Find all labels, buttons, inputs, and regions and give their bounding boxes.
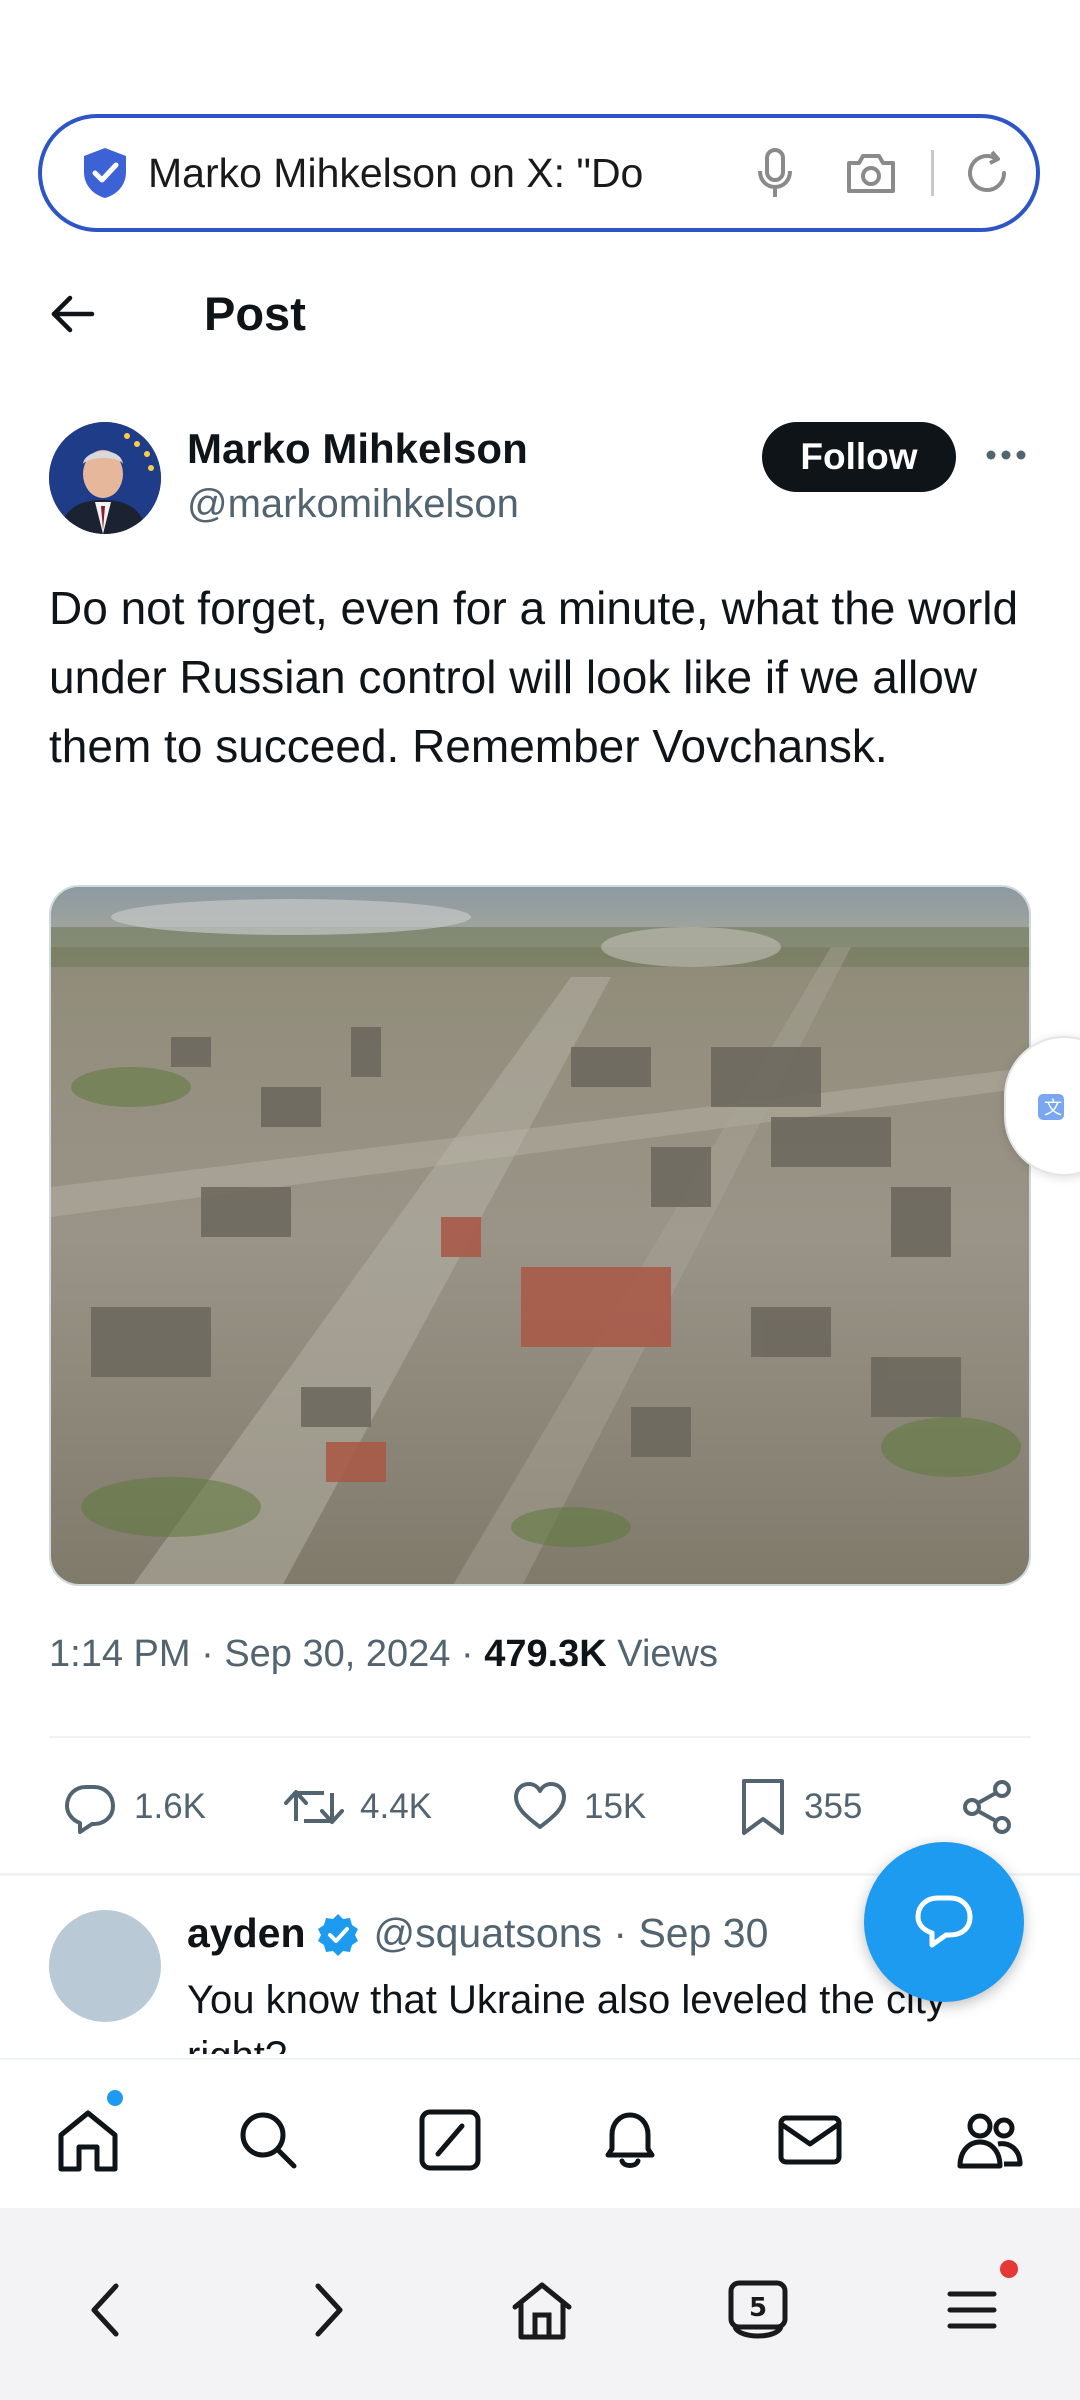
reply-author-name[interactable]: ayden [187, 1910, 306, 1957]
meta-separator: · [201, 1633, 214, 1675]
search-icon [240, 2112, 297, 2169]
mail-icon [778, 2115, 842, 2165]
reply-header: ayden @squatsons · Sep 30 [187, 1910, 768, 1957]
tab-grok[interactable] [414, 2104, 486, 2176]
tab-home[interactable] [52, 2104, 124, 2176]
bookmark-icon [742, 1779, 784, 1835]
post-time: 1:14 PM [49, 1633, 191, 1675]
tabs-icon: 5 [728, 2280, 788, 2339]
repost-button[interactable]: 4.4K [284, 1764, 432, 1850]
divider [49, 1736, 1031, 1738]
browser-tabs-button[interactable]: 5 [722, 2274, 794, 2346]
chevron-right-icon [315, 2283, 343, 2337]
home-notification-dot [107, 2090, 123, 2106]
reply-avatar[interactable] [49, 1910, 161, 2022]
share-icon [963, 1780, 1011, 1834]
chevron-left-icon [91, 2283, 119, 2337]
bookmark-button[interactable]: 355 [738, 1764, 862, 1850]
browser-home-button[interactable] [506, 2274, 578, 2346]
communities-icon [957, 2113, 1023, 2169]
tabs-count: 5 [749, 2293, 767, 2323]
tab-notifications[interactable] [594, 2104, 666, 2176]
chat-bubble-icon [915, 1895, 973, 1948]
svg-text:文: 文 [1044, 1098, 1062, 1119]
browser-forward-button[interactable] [292, 2274, 364, 2346]
like-count: 15K [584, 1787, 647, 1826]
tab-messages[interactable] [774, 2104, 846, 2176]
post-text: Do not forget, even for a minute, what t… [49, 582, 1019, 772]
page-title: Post [204, 287, 306, 340]
author-avatar[interactable] [49, 422, 161, 534]
address-text[interactable]: Marko Mihkelson on X: "Do [148, 150, 725, 197]
like-button[interactable]: 15K [512, 1764, 646, 1850]
author-handle[interactable]: @markomihkelson [187, 482, 519, 527]
menu-icon [947, 2291, 997, 2329]
reply-button[interactable]: 1.6K [62, 1764, 206, 1850]
reply-icon [65, 1785, 115, 1834]
menu-notification-dot [1000, 2260, 1018, 2278]
reply-fab-button[interactable] [864, 1842, 1024, 2002]
reply-handle-date: @squatsons · Sep 30 [373, 1910, 769, 1956]
repost-count: 4.4K [360, 1787, 432, 1826]
tab-communities[interactable] [954, 2104, 1026, 2176]
home-icon [58, 2110, 118, 2172]
post-image[interactable] [49, 885, 1031, 1586]
reply-count: 1.6K [134, 1787, 206, 1826]
camera-icon[interactable] [845, 151, 897, 195]
browser-nav-bar: 5 [0, 2208, 1080, 2400]
microphone-icon[interactable] [755, 147, 795, 199]
browser-back-button[interactable] [70, 2274, 142, 2346]
views-label: Views [617, 1633, 718, 1675]
shield-check-icon [84, 148, 126, 198]
bottom-tab-bar [0, 2058, 1080, 2208]
grok-icon [419, 2109, 481, 2171]
heart-icon [514, 1782, 566, 1829]
browser-menu-button[interactable] [936, 2274, 1008, 2346]
tab-search[interactable] [232, 2104, 304, 2176]
post-date[interactable]: Sep 30, 2024 [224, 1633, 450, 1675]
author-name[interactable]: Marko Mihkelson [187, 425, 528, 473]
views-count: 479.3K [484, 1633, 607, 1675]
bell-icon [605, 2112, 655, 2168]
address-bar[interactable]: Marko Mihkelson on X: "Do [38, 114, 1040, 232]
post-timestamp-views: 1:14 PM · Sep 30, 2024 · 479.3K Views [49, 1633, 718, 1676]
meta-separator: · [460, 1633, 474, 1675]
share-button[interactable] [960, 1764, 1032, 1850]
reload-icon[interactable] [964, 150, 1010, 196]
home-icon [512, 2282, 572, 2340]
repost-icon [284, 1790, 344, 1824]
back-arrow-icon[interactable] [48, 290, 96, 338]
post-actions: 1.6K 4.4K 15K 355 [0, 1764, 1080, 1850]
post-header: Post [0, 264, 1080, 364]
verified-badge-icon [317, 1913, 358, 1956]
address-separator [931, 150, 934, 196]
more-options-icon[interactable] [984, 440, 1028, 470]
bookmark-count: 355 [804, 1787, 863, 1826]
follow-button[interactable]: Follow [762, 422, 956, 492]
